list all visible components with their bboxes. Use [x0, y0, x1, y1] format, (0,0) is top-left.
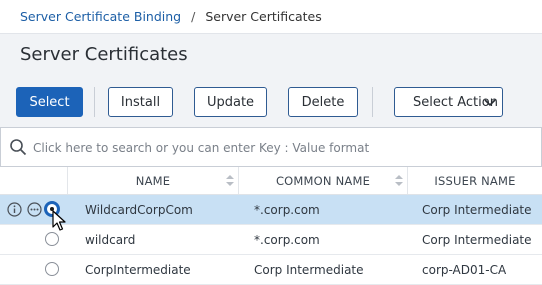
cell-common-name: *.corp.com: [254, 232, 320, 247]
toolbar-divider: [94, 87, 95, 117]
breadcrumb: Server Certificate Binding / Server Cert…: [0, 0, 542, 33]
column-header-issuer-name[interactable]: ISSUER NAME: [408, 167, 542, 194]
cell-name: WildcardCorpCom: [85, 202, 193, 217]
breadcrumb-separator: /: [191, 9, 196, 24]
table-row[interactable]: CorpIntermediate Corp Intermediate corp-…: [0, 255, 542, 285]
cell-name: CorpIntermediate: [85, 262, 191, 277]
cell-common-name: Corp Intermediate: [254, 262, 364, 277]
select-action-dropdown[interactable]: Select Action: [394, 87, 503, 117]
breadcrumb-current: Server Certificates: [205, 9, 322, 24]
cell-issuer-name: Corp Intermediate: [422, 232, 532, 247]
chevron-down-icon: [484, 96, 496, 112]
select-button[interactable]: Select: [16, 87, 83, 117]
cell-common-name: *.corp.com: [254, 202, 320, 217]
sort-icon: [226, 175, 234, 189]
table-header: NAME COMMON NAME ISSUER NAME: [0, 167, 542, 195]
title-band: Server Certificates: [0, 33, 542, 77]
cell-name: wildcard: [85, 232, 136, 247]
cell-issuer-name: Corp Intermediate: [422, 202, 532, 217]
table-row[interactable]: wildcard *.corp.com Corp Intermediate: [0, 225, 542, 255]
cell-issuer-name: corp-AD01-CA: [422, 262, 507, 277]
install-button[interactable]: Install: [108, 87, 173, 117]
search-bar: [0, 127, 542, 167]
breadcrumb-link-server-certificate-binding[interactable]: Server Certificate Binding: [20, 9, 181, 24]
search-input[interactable]: [31, 134, 535, 162]
more-options-icon[interactable]: [27, 202, 42, 220]
search-icon: [9, 138, 27, 160]
column-header-common-name[interactable]: COMMON NAME: [239, 167, 407, 194]
row-radio-button[interactable]: [45, 262, 59, 276]
column-header-common-name-label: COMMON NAME: [275, 173, 371, 188]
table-row[interactable]: WildcardCorpCom *.corp.com Corp Intermed…: [0, 195, 542, 225]
column-header-issuer-name-label: ISSUER NAME: [434, 173, 516, 188]
info-icon[interactable]: [7, 202, 22, 220]
update-button[interactable]: Update: [194, 87, 267, 117]
column-header-name[interactable]: NAME: [68, 167, 238, 194]
column-header-name-label: NAME: [135, 173, 171, 188]
toolbar-divider: [372, 87, 373, 117]
delete-button[interactable]: Delete: [288, 87, 358, 117]
toolbar: Select Install Update Delete Select Acti…: [0, 77, 542, 127]
page-title: Server Certificates: [20, 44, 188, 65]
mouse-pointer-icon: [52, 210, 66, 236]
sort-icon: [395, 175, 403, 189]
